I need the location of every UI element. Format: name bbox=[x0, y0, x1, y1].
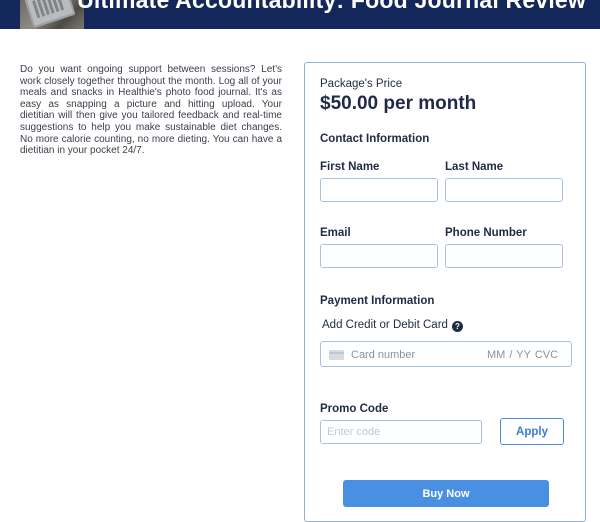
phone-label: Phone Number bbox=[445, 227, 527, 239]
card-input[interactable]: Card number MM / YY CVC bbox=[320, 341, 572, 367]
buy-now-button[interactable]: Buy Now bbox=[343, 480, 549, 507]
price-value: $50.00 per month bbox=[320, 93, 477, 114]
last-name-label: Last Name bbox=[445, 161, 504, 173]
email-field[interactable] bbox=[320, 244, 438, 268]
header-photo bbox=[20, 0, 84, 29]
card-label-row: Add Credit or Debit Card? bbox=[322, 319, 463, 332]
card-expiry-cvc-placeholder[interactable]: MM / YY CVC bbox=[487, 349, 558, 361]
payment-heading: Payment Information bbox=[320, 295, 435, 307]
promo-code-field[interactable] bbox=[320, 420, 482, 444]
apply-button[interactable]: Apply bbox=[500, 418, 564, 445]
package-description: Do you want ongoing support between sess… bbox=[20, 64, 282, 157]
phone-field[interactable] bbox=[445, 244, 563, 268]
price-label: Package's Price bbox=[320, 78, 403, 90]
question-circle-icon[interactable]: ? bbox=[451, 321, 463, 332]
last-name-field[interactable] bbox=[445, 178, 563, 202]
first-name-field[interactable] bbox=[320, 178, 438, 202]
header-banner: Ultimate Accountability: Food Journal Re… bbox=[0, 0, 600, 29]
promo-label: Promo Code bbox=[320, 403, 389, 415]
purchase-form-card: Package's Price $50.00 per month Contact… bbox=[304, 62, 586, 522]
credit-card-icon bbox=[329, 350, 344, 360]
first-name-label: First Name bbox=[320, 161, 380, 173]
card-number-placeholder[interactable]: Card number bbox=[351, 349, 415, 361]
email-label: Email bbox=[320, 227, 351, 239]
page-title: Ultimate Accountability: Food Journal Re… bbox=[77, 0, 586, 13]
card-label: Add Credit or Debit Card bbox=[322, 319, 448, 331]
contact-heading: Contact Information bbox=[320, 133, 430, 145]
